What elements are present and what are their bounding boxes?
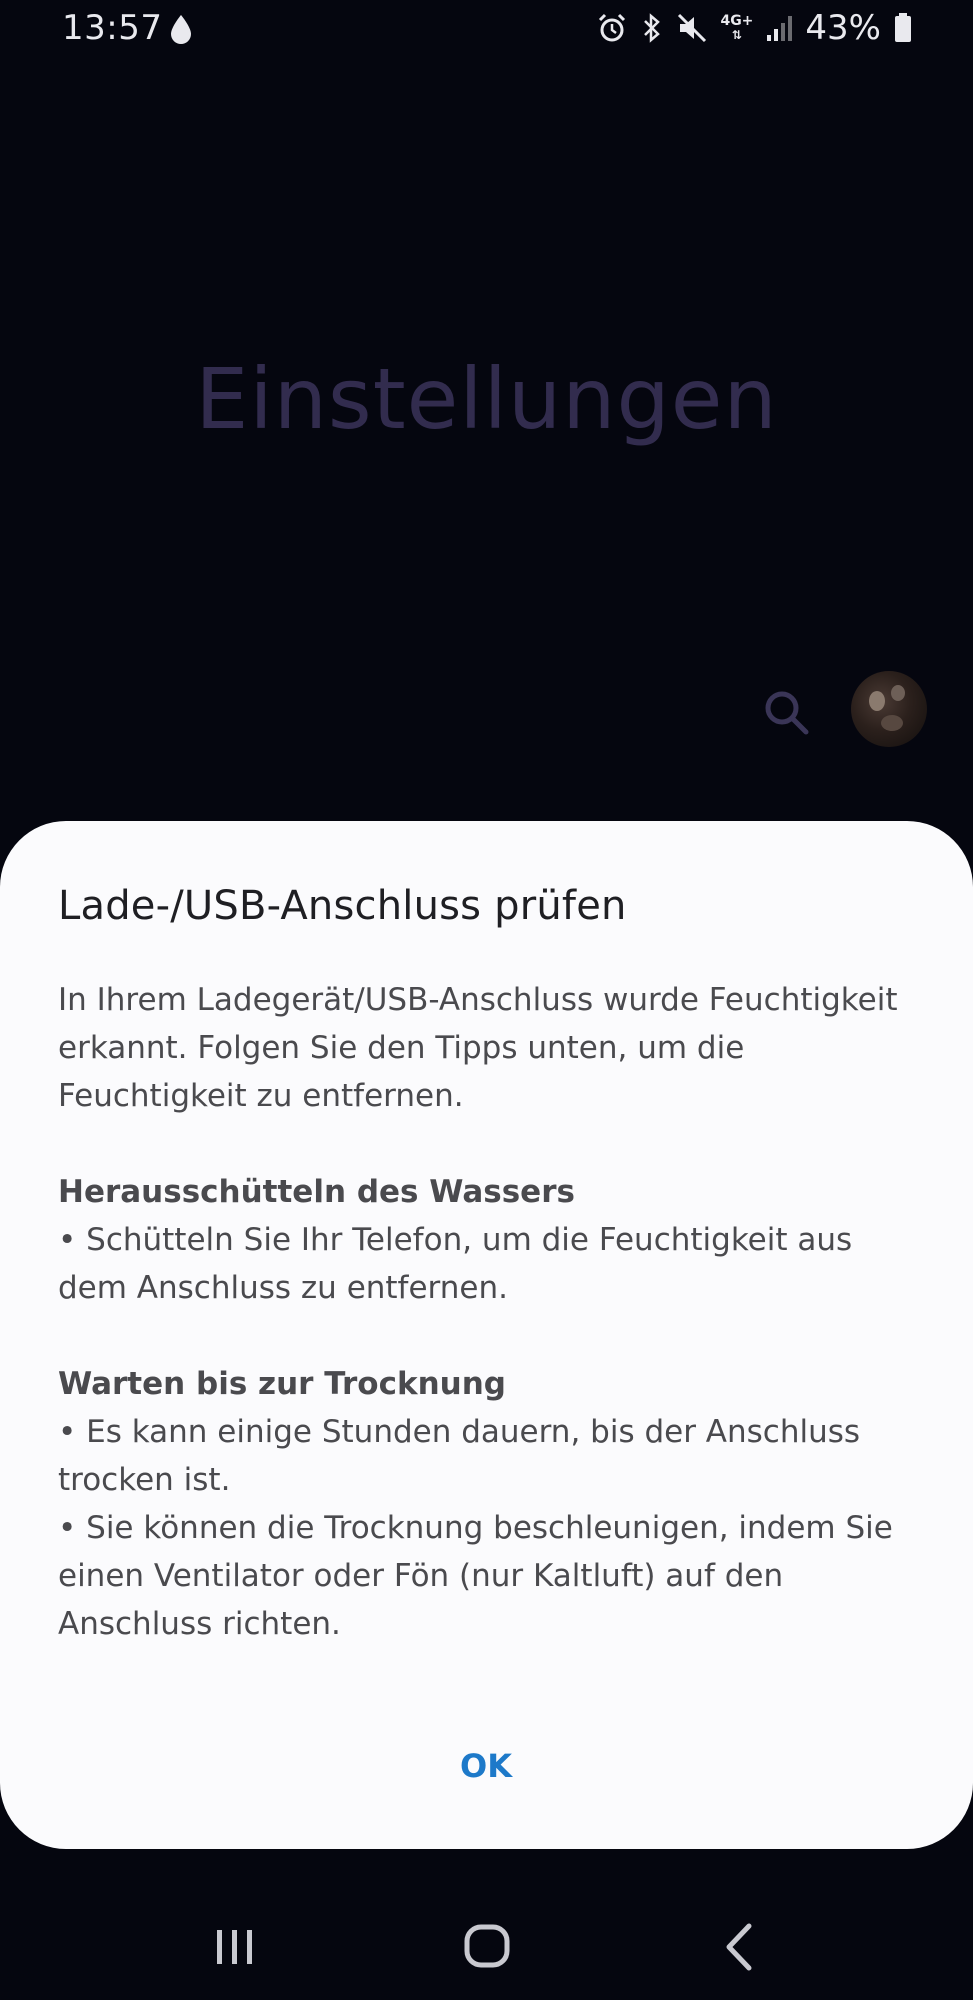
dialog-body: In Ihrem Ladegerät/USB-Anschluss wurde F… — [58, 976, 918, 1648]
section-bullet: • Sie können die Trocknung beschleunigen… — [58, 1510, 893, 1642]
ok-button[interactable]: OK — [386, 1731, 586, 1801]
recent-apps-icon[interactable] — [200, 1912, 270, 1982]
home-icon[interactable] — [452, 1912, 522, 1982]
battery-icon — [895, 13, 911, 42]
network-4g-icon: 4G+ ⇅ — [720, 13, 754, 42]
bluetooth-icon — [644, 13, 661, 43]
alarm-icon — [599, 13, 626, 42]
search-icon[interactable] — [760, 686, 812, 738]
status-icons: 4G+ ⇅ 43% — [596, 8, 913, 48]
dialog-title: Lade-/USB-Anschluss prüfen — [58, 883, 627, 929]
section-heading: Warten bis zur Trocknung — [58, 1366, 506, 1402]
status-bar: 13:57 4G+ ⇅ 43% — [0, 0, 973, 60]
dialog-intro: In Ihrem Ladegerät/USB-Anschluss wurde F… — [58, 982, 898, 1114]
screen: 13:57 4G+ ⇅ 43% Einstellungen Lade-/USB-… — [0, 0, 973, 2000]
battery-percent: 43% — [805, 8, 881, 48]
section-bullet: • Schütteln Sie Ihr Telefon, um die Feuc… — [58, 1222, 853, 1306]
back-icon[interactable] — [705, 1912, 775, 1982]
network-type-label: 4G+ — [720, 13, 754, 29]
page-title: Einstellungen — [195, 350, 778, 448]
status-time: 13:57 — [62, 8, 163, 48]
section-heading: Herausschütteln des Wassers — [58, 1174, 575, 1210]
signal-icon — [767, 16, 793, 41]
water-drop-icon — [171, 15, 191, 44]
section-bullet: • Es kann einige Stunden dauern, bis der… — [58, 1414, 861, 1498]
navigation-bar — [0, 1890, 973, 2000]
mute-icon — [678, 13, 707, 43]
moisture-dialog: Lade-/USB-Anschluss prüfen In Ihrem Lade… — [0, 821, 973, 1849]
avatar[interactable] — [851, 671, 927, 747]
